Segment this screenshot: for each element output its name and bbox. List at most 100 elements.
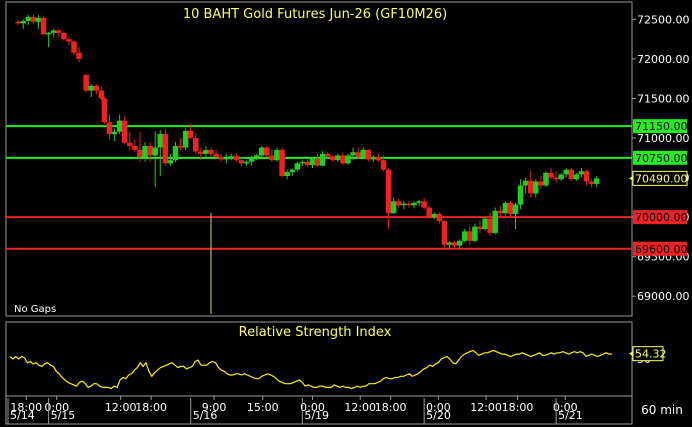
candle-body-23 (132, 145, 138, 150)
price-tick-label-6: 72000.00 (637, 53, 690, 66)
candle-body-84 (441, 221, 448, 245)
candle-body-94 (492, 210, 498, 233)
interval-label: 60 min (641, 403, 683, 417)
candle-body-38 (208, 149, 214, 154)
date-label-4: 5/20 (426, 409, 451, 422)
ref-tag-label-3: 69600.00 (635, 243, 688, 256)
candle-body-76 (401, 203, 407, 206)
date-label-0: 5/14 (10, 409, 35, 422)
candle-body-50 (269, 155, 275, 161)
candle-body-73 (385, 169, 392, 214)
candle-body-85 (446, 242, 453, 245)
candle-body-101 (527, 180, 534, 194)
candle-body-33 (182, 130, 189, 148)
candle-body-47 (253, 155, 260, 158)
candle-body-39 (213, 153, 219, 158)
candle-body-19 (111, 131, 118, 135)
candle-body-49 (264, 147, 270, 156)
candle-body-2 (25, 17, 32, 21)
candle-body-13 (83, 74, 89, 91)
candle-body-110 (573, 174, 580, 180)
candle-body-28 (157, 134, 163, 148)
candle-body-114 (593, 178, 600, 184)
candle-body-78 (411, 202, 417, 206)
candle-body-95 (497, 210, 504, 214)
candle-body-40 (218, 157, 224, 160)
candle-body-107 (558, 174, 564, 180)
chart-canvas: 69000.0069500.0070000.0070500.0071000.00… (0, 0, 692, 427)
candle-body-56 (299, 161, 306, 164)
candle-body-68 (360, 149, 366, 158)
candle-body-53 (284, 172, 290, 177)
ref-tag-label-2: 70000.00 (635, 211, 688, 224)
candle-body-16 (98, 90, 105, 99)
candle-body-22 (127, 142, 133, 146)
last-price-tag-label: 70490.00 (635, 172, 688, 185)
candle-body-93 (487, 218, 493, 233)
candle-body-62 (330, 156, 336, 161)
candle-body-69 (365, 149, 372, 160)
rsi-last-tag-label: 54.32 (635, 348, 667, 361)
candle-body-106 (553, 177, 559, 180)
candle-body-65 (345, 155, 351, 164)
candle-body-51 (274, 149, 280, 161)
candle-body-25 (142, 145, 148, 158)
time-label-5: 15:00 (247, 401, 279, 414)
candle-body-20 (116, 120, 123, 132)
candle-body-80 (421, 201, 427, 208)
candle-body-36 (198, 151, 204, 154)
candle-body-3 (30, 17, 37, 22)
candle-body-81 (426, 207, 432, 218)
candle-body-10 (66, 39, 72, 42)
candle-body-48 (259, 147, 265, 156)
candle-body-77 (406, 203, 412, 206)
rsi-title: Relative Strength Index (239, 325, 392, 340)
candle-body-83 (436, 213, 443, 222)
price-tick-label-7: 72500.00 (637, 13, 690, 26)
candle-body-52 (279, 149, 285, 177)
candle-body-91 (477, 226, 483, 229)
candle-body-7 (50, 30, 57, 33)
time-label-8: 18:00 (375, 401, 407, 414)
candle-body-103 (538, 181, 544, 186)
candle-body-64 (340, 155, 346, 164)
candle-body-8 (56, 30, 62, 33)
candle-body-113 (588, 181, 595, 184)
price-tick-label-4: 71000.00 (637, 132, 690, 145)
candle-body-21 (121, 120, 128, 143)
candle-body-24 (137, 149, 143, 158)
candle-body-58 (309, 158, 316, 165)
candle-body-82 (431, 213, 438, 218)
candle-body-54 (289, 169, 295, 173)
candle-body-31 (172, 145, 179, 161)
date-label-3: 5/19 (304, 409, 329, 422)
candle-body-4 (35, 17, 42, 22)
candle-body-79 (416, 201, 422, 203)
candle-body-74 (390, 201, 397, 214)
ref-tag-label-0: 71150.00 (635, 120, 688, 133)
candle-body-70 (370, 157, 377, 160)
candle-body-6 (45, 32, 52, 35)
candle-body-63 (335, 155, 341, 161)
candle-body-9 (61, 32, 67, 40)
candle-body-86 (451, 242, 458, 246)
candle-body-102 (533, 181, 539, 194)
chart-background (0, 0, 692, 427)
candle-body-17 (101, 98, 108, 123)
candle-body-105 (548, 172, 554, 178)
candle-body-89 (467, 231, 473, 241)
time-label-2: 12:00 (105, 401, 137, 414)
candle-body-108 (563, 169, 569, 175)
candle-body-37 (203, 149, 209, 154)
candle-body-61 (324, 153, 331, 157)
date-label-1: 5/15 (51, 409, 76, 422)
candle-body-46 (248, 157, 255, 162)
candle-body-97 (507, 202, 514, 214)
candle-body-57 (304, 161, 311, 165)
price-tick-label-5: 71500.00 (637, 92, 690, 105)
candle-body-71 (375, 157, 382, 161)
no-gaps-note: No Gaps (14, 304, 56, 315)
candle-body-14 (88, 85, 94, 91)
candle-body-90 (472, 226, 478, 241)
date-label-5: 5/21 (558, 409, 583, 422)
